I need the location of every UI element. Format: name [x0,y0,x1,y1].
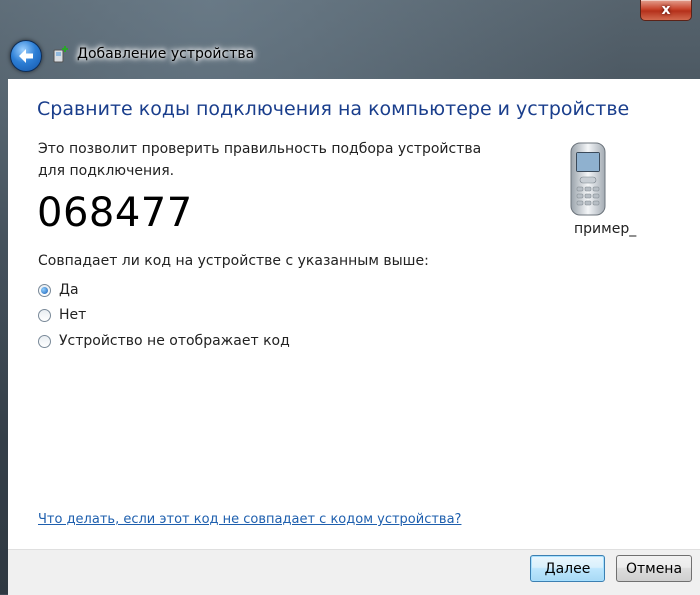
description-text: Это позволит проверить правильность подб… [38,141,482,179]
page-title: Сравните коды подключения на компьютере … [37,98,630,120]
radio-no-code[interactable] [38,334,51,348]
question-text: Совпадает ли код на устройстве с указанн… [38,253,429,269]
option-no-code[interactable]: Устройство не отображает код [38,333,290,349]
option-yes-label: Да [59,282,79,298]
dialog-content: Сравните коды подключения на компьютере … [8,79,700,549]
back-arrow-icon [19,49,33,63]
option-no-label: Нет [59,307,87,323]
close-icon: x [661,2,671,18]
option-no-code-label: Устройство не отображает код [59,333,290,349]
button-bar: Далее Отмена [8,549,700,595]
help-link[interactable]: Что делать, если этот код не совпадает с… [38,512,461,527]
close-button[interactable]: x [640,0,692,21]
cancel-button[interactable]: Отмена [616,555,692,582]
pairing-code: 068477 [37,190,193,236]
option-no[interactable]: Нет [38,307,86,323]
window-title: Добавление устройства [77,46,255,62]
phone-icon [570,142,606,216]
radio-yes[interactable] [38,283,51,297]
add-device-icon [53,46,68,63]
option-yes[interactable]: Да [38,282,79,298]
device-name: пример_ [574,221,637,237]
next-button[interactable]: Далее [530,555,605,582]
back-button[interactable] [10,40,42,72]
radio-no[interactable] [38,308,51,322]
